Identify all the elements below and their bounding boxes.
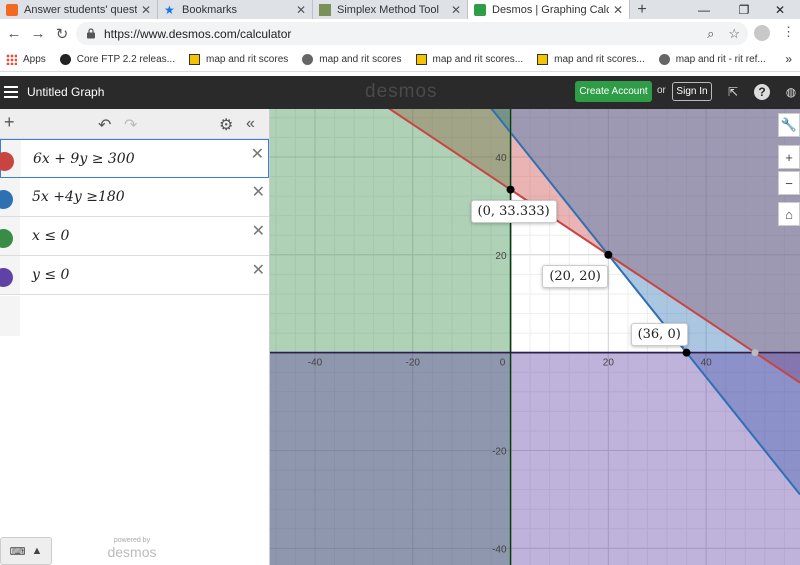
nwea-icon [537, 54, 549, 65]
delete-expression-icon[interactable]: ✕ [252, 182, 265, 202]
delete-expression-icon[interactable]: ✕ [252, 221, 265, 241]
more-bookmarks-icon[interactable]: » [785, 52, 792, 66]
help-icon[interactable]: ? [754, 84, 770, 100]
bookmark-apps[interactable]: Apps [6, 54, 46, 65]
address-row: ← → ↻ https://www.desmos.com/calculator … [0, 19, 800, 48]
keyboard-icon: ⌨ [9, 545, 26, 558]
restore-icon[interactable]: ❐ [724, 0, 764, 19]
y-tick-label: 40 [495, 153, 507, 164]
bookmark-item[interactable]: map and rit scores [302, 54, 402, 65]
powered-by-desmos: powered by desmos [107, 537, 157, 560]
menu-icon[interactable]: ⋮ [782, 24, 795, 40]
close-icon[interactable]: ✕ [141, 3, 151, 17]
or-text: or [657, 85, 666, 96]
point-label[interactable]: (0, 33.333) [470, 199, 557, 223]
home-view-icon[interactable]: ⌂ [778, 202, 800, 226]
browser-tab-active[interactable]: Desmos | Graphing Calcu ✕ [468, 0, 630, 19]
y-tick-label: -20 [492, 447, 507, 458]
expression-row[interactable]: 6x + 9y ≥ 300 ✕ [0, 139, 269, 178]
bookmarks-bar: Apps Core FTP 2.2 releas... map and rit … [0, 48, 800, 72]
share-icon[interactable]: ⇱ [725, 84, 741, 100]
hamburger-menu-icon[interactable] [4, 85, 18, 99]
expression-text[interactable]: x ≤ 0 [32, 228, 69, 244]
zoom-icon[interactable]: ⌕ [707, 26, 714, 42]
globe-icon [302, 54, 314, 65]
keyboard-toggle-button[interactable]: ⌨ ▲ [0, 537, 52, 565]
expression-panel: + ↶ ↷ ⚙ « 6x + 9y ≥ 300 ✕ 5x +4y ≥180 ✕ … [0, 109, 270, 565]
star-icon: ★ [164, 2, 175, 17]
expression-toolbar: + ↶ ↷ ⚙ « [0, 109, 269, 139]
simplex-icon [319, 3, 331, 16]
browser-tab-strip: Answer students' questio ✕ ★ Bookmarks ✕… [0, 0, 800, 19]
y-tick-label: -40 [492, 544, 507, 555]
bookmark-item[interactable]: map and rit - rit ref... [658, 54, 766, 65]
graph-canvas[interactable]: -40-200204064020-20-40 [270, 109, 800, 565]
apps-grid-icon [6, 54, 17, 65]
bookmark-item[interactable]: Core FTP 2.2 releas... [59, 54, 175, 65]
ftp-icon [59, 54, 71, 65]
expression-text[interactable]: 5x +4y ≥180 [32, 189, 125, 205]
undo-icon[interactable]: ↶ [98, 115, 111, 135]
bookmark-star-icon[interactable]: ☆ [728, 26, 740, 42]
point-label[interactable]: (20, 20) [542, 264, 608, 288]
desmos-icon [474, 3, 486, 16]
graph-settings-wrench-icon[interactable]: 🔧 [778, 113, 800, 137]
add-item-icon[interactable]: + [4, 112, 15, 133]
point-label[interactable]: (36, 0) [630, 322, 688, 346]
desmos-header: Untitled Graph desmos Create Account or … [0, 76, 800, 109]
chegg-icon [6, 3, 18, 16]
caret-up-icon: ▲ [31, 545, 43, 557]
close-icon[interactable]: ✕ [451, 3, 461, 17]
nwea-icon [415, 54, 427, 65]
sign-in-button[interactable]: Sign In [672, 82, 712, 101]
forward-icon[interactable]: → [26, 22, 50, 46]
lock-icon [87, 28, 95, 39]
expression-row[interactable]: y ≤ 0 ✕ [0, 256, 269, 295]
browser-tab[interactable]: Answer students' questio ✕ [0, 0, 158, 19]
close-icon[interactable]: ✕ [296, 3, 306, 17]
intersection-point [604, 250, 613, 259]
bookmark-item[interactable]: map and rit scores... [415, 54, 523, 65]
collapse-panel-icon[interactable]: « [246, 115, 255, 133]
globe-icon [658, 54, 670, 65]
x-tick-label: -20 [406, 358, 421, 369]
expression-row[interactable]: x ≤ 0 ✕ [0, 217, 269, 256]
x-tick-label: -40 [308, 358, 323, 369]
region-y-le-0 [270, 352, 800, 565]
redo-icon[interactable]: ↷ [124, 115, 137, 135]
language-globe-icon[interactable]: ◍ [783, 84, 799, 100]
intersection-point [682, 348, 691, 357]
y-tick-label: 20 [495, 251, 507, 262]
browser-tab[interactable]: Simplex Method Tool ✕ [313, 0, 468, 19]
profile-avatar[interactable] [754, 25, 770, 41]
graph-title[interactable]: Untitled Graph [27, 85, 104, 99]
minimize-icon[interactable]: — [684, 0, 724, 19]
expression-text[interactable]: y ≤ 0 [32, 267, 69, 283]
close-icon[interactable]: ✕ [613, 3, 623, 17]
expression-text[interactable]: 6x + 9y ≥ 300 [33, 151, 135, 167]
browser-tab[interactable]: ★ Bookmarks ✕ [158, 0, 313, 19]
x-tick-label: 0 [500, 358, 506, 369]
delete-expression-icon[interactable]: ✕ [252, 260, 265, 280]
intersection-point [506, 185, 515, 194]
url-field[interactable]: https://www.desmos.com/calculator ⌕ ☆ [76, 22, 748, 45]
desmos-logo: desmos [365, 81, 438, 102]
zoom-in-button[interactable]: + [778, 145, 800, 169]
expression-row[interactable]: 5x +4y ≥180 ✕ [0, 178, 269, 217]
graph-paper[interactable]: -40-200204064020-20-40 🔧 + − ⌂ (0, 33.33… [270, 109, 800, 565]
bookmark-item[interactable]: map and rit scores [189, 54, 288, 65]
intercept-point [751, 349, 759, 357]
back-icon[interactable]: ← [2, 22, 26, 46]
bookmark-item[interactable]: map and rit scores... [537, 54, 645, 65]
reload-icon[interactable]: ↻ [50, 22, 74, 46]
zoom-out-button[interactable]: − [778, 171, 800, 195]
close-window-icon[interactable]: ✕ [760, 0, 800, 19]
nwea-icon [189, 54, 200, 65]
delete-expression-icon[interactable]: ✕ [251, 144, 264, 164]
x-tick-label: 40 [701, 358, 713, 369]
settings-gear-icon[interactable]: ⚙ [219, 115, 233, 135]
new-tab-button[interactable]: + [630, 0, 654, 19]
x-tick-label: 20 [603, 358, 615, 369]
create-account-button[interactable]: Create Account [575, 81, 652, 102]
